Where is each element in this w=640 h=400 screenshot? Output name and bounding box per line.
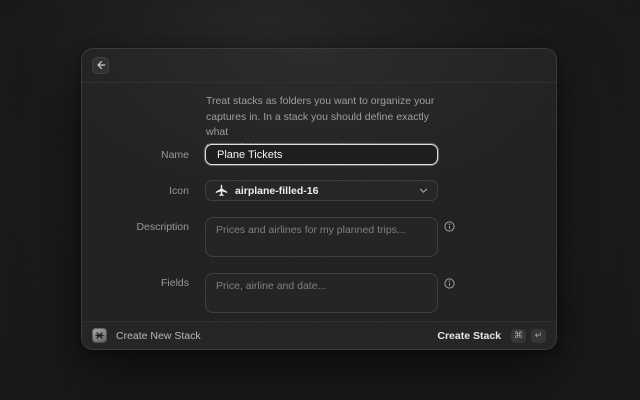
name-input[interactable] xyxy=(205,144,438,165)
airplane-icon xyxy=(215,184,228,197)
dialog-header xyxy=(82,49,556,83)
return-key-icon: ↵ xyxy=(531,329,546,343)
command-key-icon: ⌘ xyxy=(511,329,526,343)
fields-label: Fields xyxy=(82,277,189,289)
icon-select[interactable]: airplane-filled-16 xyxy=(205,180,438,201)
create-stack-action[interactable]: Create Stack ⌘ ↵ xyxy=(437,329,546,343)
dialog-footer: Create New Stack Create Stack ⌘ ↵ xyxy=(82,321,556,349)
fields-textarea[interactable] xyxy=(205,273,438,313)
icon-label: Icon xyxy=(82,185,189,197)
footer-app-label: Create New Stack xyxy=(116,330,201,342)
create-stack-label: Create Stack xyxy=(437,330,501,342)
name-label: Name xyxy=(82,149,189,161)
arrow-left-icon xyxy=(96,57,106,75)
intro-line: Treat stacks as folders you want to orga… xyxy=(206,94,446,110)
chevron-down-icon xyxy=(419,188,428,194)
description-textarea[interactable] xyxy=(205,217,438,257)
starburst-logo-icon xyxy=(92,328,107,343)
back-button[interactable] xyxy=(92,57,109,74)
create-stack-dialog: Treat stacks as folders you want to orga… xyxy=(81,48,557,350)
description-label: Description xyxy=(82,221,189,233)
intro-line: captures in. In a stack you should defin… xyxy=(206,110,446,141)
icon-select-value: airplane-filled-16 xyxy=(235,185,412,197)
info-circle-icon[interactable] xyxy=(444,221,455,232)
info-circle-icon[interactable] xyxy=(444,278,455,289)
page-background: Treat stacks as folders you want to orga… xyxy=(0,0,640,400)
